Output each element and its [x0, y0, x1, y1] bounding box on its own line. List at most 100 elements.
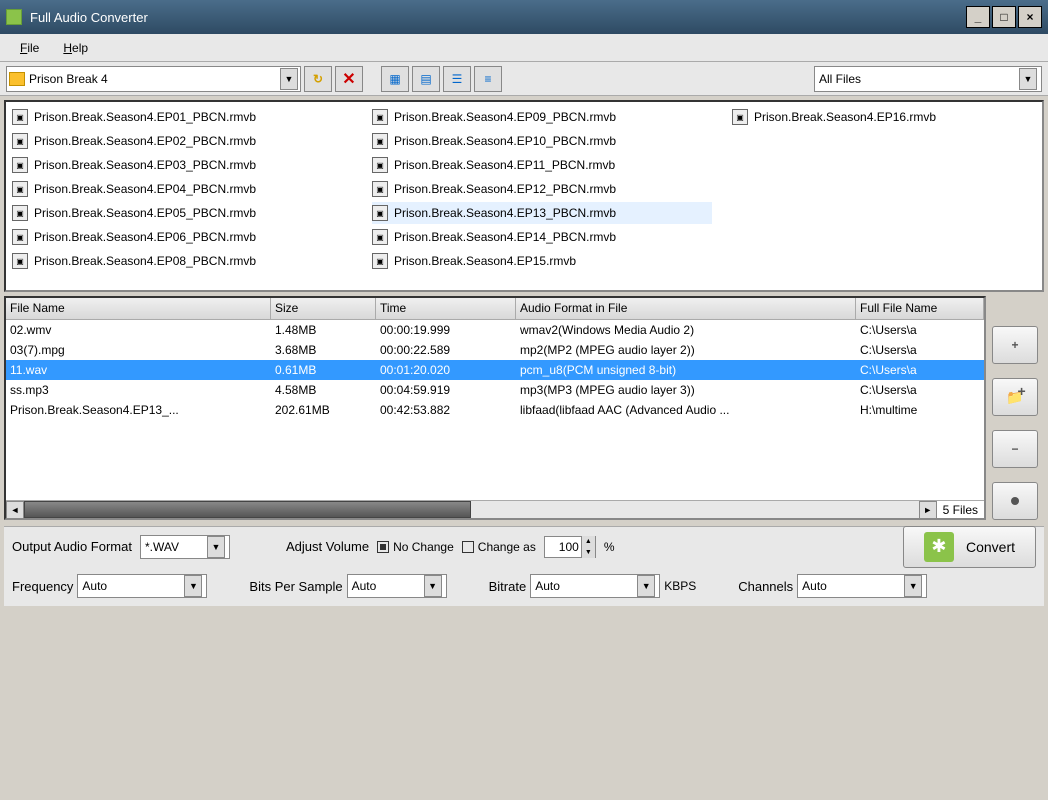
queue-row[interactable]: Prison.Break.Season4.EP13_...202.61MB00:…: [6, 400, 984, 420]
queue-table[interactable]: File Name Size Time Audio Format in File…: [4, 296, 986, 520]
cell-path: C:\Users\a: [856, 323, 984, 337]
media-file-icon: ▣: [372, 133, 388, 149]
file-name: Prison.Break.Season4.EP04_PBCN.rmvb: [34, 182, 256, 196]
cell-size: 202.61MB: [271, 403, 376, 417]
file-item[interactable]: ▣Prison.Break.Season4.EP14_PBCN.rmvb: [372, 226, 712, 248]
percent-label: %: [604, 540, 615, 554]
spin-down-icon[interactable]: ▼: [581, 547, 595, 558]
channels-label: Channels: [738, 579, 793, 594]
cell-time: 00:01:20.020: [376, 363, 516, 377]
radio-icon: [377, 541, 389, 553]
cell-size: 1.48MB: [271, 323, 376, 337]
path-selector[interactable]: Prison Break 4 ▼: [6, 66, 301, 92]
file-count: 5 Files: [937, 501, 984, 518]
cell-name: Prison.Break.Season4.EP13_...: [6, 403, 271, 417]
file-item[interactable]: ▣Prison.Break.Season4.EP02_PBCN.rmvb: [12, 130, 352, 152]
volume-spinner[interactable]: ▲ ▼: [544, 536, 596, 558]
file-item[interactable]: ▣Prison.Break.Season4.EP15.rmvb: [372, 250, 712, 272]
frequency-select[interactable]: Auto ▼: [77, 574, 207, 598]
bits-select[interactable]: Auto ▼: [347, 574, 447, 598]
format-dropdown-icon[interactable]: ▼: [207, 536, 225, 558]
output-format-select[interactable]: *.WAV ▼: [140, 535, 230, 559]
add-file-button[interactable]: +: [992, 326, 1038, 364]
scroll-right-icon[interactable]: ►: [919, 501, 937, 519]
file-item[interactable]: ▣Prison.Break.Season4.EP16.rmvb: [732, 106, 1044, 128]
file-item[interactable]: ▣Prison.Break.Season4.EP08_PBCN.rmvb: [12, 250, 352, 272]
change-as-label: Change as: [478, 540, 536, 554]
remove-button[interactable]: −: [992, 430, 1038, 468]
view-list-button[interactable]: ☰: [443, 66, 471, 92]
maximize-button[interactable]: □: [992, 6, 1016, 28]
scroll-thumb[interactable]: [24, 501, 471, 518]
col-header-name[interactable]: File Name: [6, 298, 271, 320]
small-icons-icon: ▤: [420, 72, 431, 86]
volume-label: Adjust Volume: [286, 539, 369, 554]
up-folder-button[interactable]: ↻: [304, 66, 332, 92]
file-item[interactable]: ▣Prison.Break.Season4.EP13_PBCN.rmvb: [372, 202, 712, 224]
file-item[interactable]: ▣Prison.Break.Season4.EP09_PBCN.rmvb: [372, 106, 712, 128]
bitrate-value: Auto: [535, 579, 637, 593]
file-item[interactable]: ▣Prison.Break.Season4.EP04_PBCN.rmvb: [12, 178, 352, 200]
file-name: Prison.Break.Season4.EP16.rmvb: [754, 110, 936, 124]
view-large-icons-button[interactable]: ▦: [381, 66, 409, 92]
minimize-button[interactable]: _: [966, 6, 990, 28]
bitrate-label: Bitrate: [489, 579, 527, 594]
bits-label: Bits Per Sample: [249, 579, 342, 594]
filter-selector[interactable]: All Files ▼: [814, 66, 1042, 92]
queue-row[interactable]: 02.wmv1.48MB00:00:19.999wmav2(Windows Me…: [6, 320, 984, 340]
volume-input[interactable]: [545, 540, 581, 554]
cell-size: 0.61MB: [271, 363, 376, 377]
menu-file[interactable]: File: [8, 37, 51, 59]
h-scrollbar[interactable]: ◄ ► 5 Files: [6, 500, 984, 518]
output-format-value: *.WAV: [145, 540, 207, 554]
delete-x-icon: ✕: [342, 69, 355, 89]
details-icon: ≡: [484, 72, 491, 86]
file-name: Prison.Break.Season4.EP02_PBCN.rmvb: [34, 134, 256, 148]
dropdown-icon[interactable]: ▼: [637, 575, 655, 597]
file-item[interactable]: ▣Prison.Break.Season4.EP01_PBCN.rmvb: [12, 106, 352, 128]
file-item[interactable]: ▣Prison.Break.Season4.EP05_PBCN.rmvb: [12, 202, 352, 224]
large-icons-icon: ▦: [389, 72, 400, 86]
minus-icon: −: [1011, 442, 1018, 456]
cell-format: mp2(MP2 (MPEG audio layer 2)): [516, 343, 856, 357]
clear-button[interactable]: •: [992, 482, 1038, 520]
file-item[interactable]: ▣ Prison.Break.Season4.EP10_PBCN.rmvb: [372, 130, 712, 152]
file-browser[interactable]: ▣Prison.Break.Season4.EP01_PBCN.rmvb▣Pri…: [4, 100, 1044, 292]
view-small-icons-button[interactable]: ▤: [412, 66, 440, 92]
queue-row[interactable]: 11.wav0.61MB00:01:20.020pcm_u8(PCM unsig…: [6, 360, 984, 380]
convert-label: Convert: [966, 539, 1015, 555]
filter-dropdown-icon[interactable]: ▼: [1019, 68, 1037, 90]
bitrate-select[interactable]: Auto ▼: [530, 574, 660, 598]
app-icon: [6, 9, 22, 25]
scroll-left-icon[interactable]: ◄: [6, 501, 24, 519]
queue-row[interactable]: ss.mp34.58MB00:04:59.919mp3(MP3 (MPEG au…: [6, 380, 984, 400]
add-folder-button[interactable]: 📁+: [992, 378, 1038, 416]
no-change-radio[interactable]: No Change: [377, 540, 454, 554]
bits-value: Auto: [352, 579, 424, 593]
menu-help[interactable]: Help: [51, 37, 100, 59]
delete-button[interactable]: ✕: [335, 66, 363, 92]
path-dropdown-icon[interactable]: ▼: [280, 68, 298, 90]
close-button[interactable]: ×: [1018, 6, 1042, 28]
file-item[interactable]: ▣Prison.Break.Season4.EP11_PBCN.rmvb: [372, 154, 712, 176]
file-name: Prison.Break.Season4.EP10_PBCN.rmvb: [394, 134, 616, 148]
change-as-checkbox[interactable]: Change as: [462, 540, 536, 554]
dropdown-icon[interactable]: ▼: [904, 575, 922, 597]
channels-select[interactable]: Auto ▼: [797, 574, 927, 598]
dropdown-icon[interactable]: ▼: [184, 575, 202, 597]
dropdown-icon[interactable]: ▼: [424, 575, 442, 597]
col-header-path[interactable]: Full File Name: [856, 298, 984, 320]
file-item[interactable]: ▣Prison.Break.Season4.EP03_PBCN.rmvb: [12, 154, 352, 176]
file-item[interactable]: ▣Prison.Break.Season4.EP12_PBCN.rmvb: [372, 178, 712, 200]
col-header-format[interactable]: Audio Format in File: [516, 298, 856, 320]
kbps-label: KBPS: [664, 579, 696, 593]
col-header-time[interactable]: Time: [376, 298, 516, 320]
cell-name: 03(7).mpg: [6, 343, 271, 357]
view-details-button[interactable]: ≡: [474, 66, 502, 92]
cell-path: C:\Users\a: [856, 343, 984, 357]
spin-up-icon[interactable]: ▲: [581, 536, 595, 547]
convert-button[interactable]: ✱ Convert: [903, 526, 1036, 568]
file-item[interactable]: ▣Prison.Break.Season4.EP06_PBCN.rmvb: [12, 226, 352, 248]
col-header-size[interactable]: Size: [271, 298, 376, 320]
queue-row[interactable]: 03(7).mpg3.68MB00:00:22.589mp2(MP2 (MPEG…: [6, 340, 984, 360]
